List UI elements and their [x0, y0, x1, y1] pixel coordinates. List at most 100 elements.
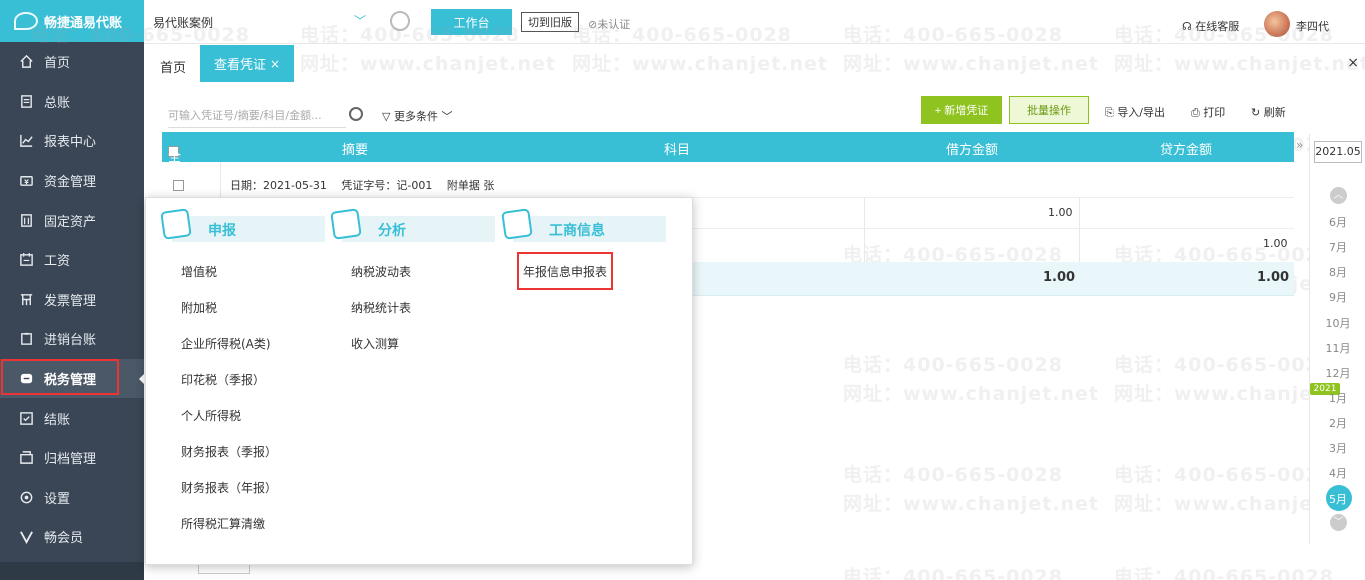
headset-icon: ☊: [1182, 20, 1196, 33]
tax-menu-panel: 申报 分析 工商信息 增值税 附加税 企业所得税(A类) 印花税（季报） 个人所…: [145, 197, 693, 565]
header-debit: 借方金额: [946, 143, 999, 158]
month-item[interactable]: 11月: [1310, 340, 1365, 356]
month-item[interactable]: 7月: [1310, 239, 1365, 255]
month-item[interactable]: 10月: [1310, 315, 1365, 331]
auth-status-label: 未认证: [597, 18, 631, 31]
username[interactable]: 李四代: [1296, 18, 1329, 34]
analysis-icon: [330, 208, 362, 240]
menu-item-vat[interactable]: 增值税: [181, 263, 217, 280]
month-item[interactable]: 4月: [1310, 465, 1365, 481]
sidebar-item-label: 报表中心: [44, 135, 97, 151]
invoice-icon: [18, 291, 34, 307]
menu-item-fin-quarterly[interactable]: 财务报表（季报）: [181, 443, 277, 460]
month-item[interactable]: 8月: [1310, 264, 1365, 280]
watermark: 电话：400-665-0028: [843, 354, 1063, 376]
filter-icon: ▽: [382, 110, 394, 123]
menu-item-fin-annual[interactable]: 财务报表（年报）: [181, 479, 277, 496]
menu-item-corporate-tax[interactable]: 企业所得税(A类): [181, 335, 271, 352]
row-checkbox[interactable]: [173, 180, 184, 191]
header-summary: 摘要: [342, 143, 369, 158]
checklist-icon: [18, 410, 34, 426]
sidebar-item-salary[interactable]: 工资: [0, 240, 144, 280]
expand-icon[interactable]: »: [1296, 138, 1303, 152]
chevron-up-icon[interactable]: ︿: [1330, 187, 1347, 204]
sidebar-item-tax[interactable]: 税务管理: [0, 358, 145, 399]
menu-item-annual-report[interactable]: 年报信息申报表: [523, 263, 607, 280]
chevron-down-icon[interactable]: ﹀: [354, 12, 366, 29]
sidebar-item-funds[interactable]: 资金管理: [0, 161, 144, 201]
print-button[interactable]: ⎙ 打印: [1191, 104, 1225, 120]
more-conditions-button[interactable]: ▽ 更多条件 ﹀: [382, 108, 452, 124]
month-item[interactable]: 9月: [1310, 289, 1365, 305]
sidebar-item-archive[interactable]: 归档管理: [0, 438, 144, 478]
sidebar-item-closing[interactable]: 结账: [0, 398, 144, 438]
batch-ops-button[interactable]: 批量操作: [1009, 96, 1089, 124]
print-label: 打印: [1203, 106, 1226, 119]
more-conditions-label: 更多条件: [393, 110, 438, 123]
switch-old-version-button[interactable]: 切到旧版: [521, 12, 579, 32]
period-input[interactable]: 2021.05: [1314, 141, 1362, 163]
voucher-info-row[interactable]: 日期：2021-05-31 凭证字号：记-001 附单据 张: [162, 162, 1294, 198]
search-input[interactable]: 可输入凭证号/摘要/科目/金额...: [168, 107, 346, 128]
month-item[interactable]: 12月: [1310, 365, 1365, 381]
online-service[interactable]: ☊ 在线客服: [1182, 18, 1239, 34]
close-all-tabs-icon[interactable]: ×: [1347, 55, 1359, 71]
menu-item-stamp-tax[interactable]: 印花税（季报）: [181, 371, 265, 388]
sidebar-item-inventory[interactable]: 进销台账: [0, 319, 144, 359]
sidebar-item-ledger[interactable]: 总账: [0, 82, 144, 122]
logo-text: 畅捷通易代账: [44, 15, 123, 31]
sidebar-item-label: 归档管理: [44, 452, 97, 468]
tab-home[interactable]: 首页: [160, 57, 186, 76]
sidebar-item-home[interactable]: 首页: [0, 42, 144, 82]
month-item[interactable]: 1月: [1310, 390, 1365, 406]
close-icon[interactable]: ×: [270, 57, 280, 71]
voucher-info: 日期：2021-05-31 凭证字号：记-001 附单据 张: [230, 179, 495, 192]
import-export-button[interactable]: ⎘ 导入/导出: [1105, 104, 1165, 120]
new-voucher-button[interactable]: + 新增凭证: [921, 96, 1002, 124]
import-icon: ⎘: [1105, 106, 1118, 119]
highlight-box: [1, 358, 119, 395]
watermark: 电话：400-665-0028: [843, 566, 1063, 580]
workbench-button[interactable]: 工作台: [431, 9, 512, 35]
print-icon: ⎙: [1191, 106, 1204, 119]
month-item[interactable]: 6月: [1310, 214, 1365, 230]
menu-item-income-estimate[interactable]: 收入测算: [351, 335, 399, 352]
avatar[interactable]: [1264, 11, 1290, 37]
sidebar-item-invoice[interactable]: 发票管理: [0, 280, 144, 320]
menu-item-income-tax-settlement[interactable]: 所得税汇算清缴: [181, 515, 265, 532]
clipboard-icon: [18, 331, 34, 347]
column-divider: [220, 162, 221, 198]
header-subject: 科目: [664, 143, 691, 158]
auth-status[interactable]: ⊘未认证: [588, 16, 630, 32]
menu-column-business: 工商信息: [501, 208, 666, 242]
sidebar-item-assets[interactable]: 固定资产: [0, 200, 144, 240]
sidebar-item-member[interactable]: 畅会员: [0, 517, 144, 557]
sidebar-item-settings[interactable]: 设置: [0, 478, 144, 518]
home-icon: [18, 54, 34, 70]
watermark: 电话：400-665-0028: [1114, 464, 1334, 486]
logo-icon: [14, 12, 38, 30]
menu-item-tax-fluctuation[interactable]: 纳税波动表: [351, 263, 411, 280]
tab-label: 查看凭证: [213, 58, 266, 73]
sidebar-item-label: 畅会员: [44, 531, 84, 547]
menu-item-tax-statistics[interactable]: 纳税统计表: [351, 299, 411, 316]
account-selector[interactable]: 易代账案例: [153, 14, 213, 31]
refresh-button[interactable]: ↻ 刷新: [1251, 104, 1286, 120]
document-icon[interactable]: [390, 11, 410, 31]
chevron-down-icon[interactable]: ﹀: [1330, 514, 1347, 531]
shield-icon: ⊘: [588, 18, 598, 31]
tab-view-voucher[interactable]: 查看凭证 ×: [200, 45, 294, 82]
sidebar-item-label: 设置: [44, 491, 71, 507]
header-credit: 贷方金额: [1160, 143, 1213, 158]
month-item-current[interactable]: 5月: [1310, 491, 1365, 507]
import-export-label: 导入/导出: [1117, 106, 1166, 119]
sidebar-item-label: 固定资产: [44, 214, 97, 230]
menu-item-personal-tax[interactable]: 个人所得税: [181, 407, 241, 424]
menu-item-surcharge[interactable]: 附加税: [181, 299, 217, 316]
app-logo[interactable]: 畅捷通易代账: [0, 0, 144, 42]
month-item[interactable]: 2月: [1310, 415, 1365, 431]
sidebar-item-label: 首页: [44, 56, 71, 72]
month-item[interactable]: 3月: [1310, 440, 1365, 456]
sidebar-item-reports[interactable]: 报表中心: [0, 121, 144, 161]
search-icon[interactable]: [349, 107, 363, 121]
